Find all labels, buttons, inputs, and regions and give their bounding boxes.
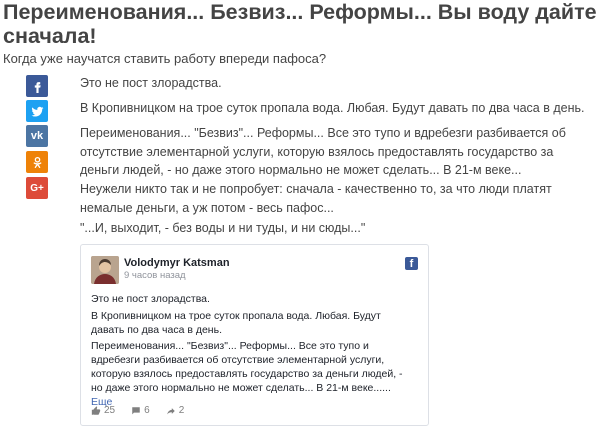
article-subtitle: Когда уже научатся ставить работу вперед…: [3, 51, 327, 66]
article-title: Переименования... Безвиз... Реформы... В…: [3, 0, 597, 48]
post-paragraph: Переименования... "Безвиз"... Реформы...…: [91, 339, 413, 409]
article-paragraph: Неужели никто так и не попробует: сначал…: [80, 182, 552, 215]
likes-count[interactable]: 25: [91, 405, 115, 416]
post-author[interactable]: Volodymyr Katsman: [124, 257, 230, 269]
post-paragraph: Это не пост злорадства.: [91, 293, 210, 305]
post-paragraph: В Кропивницком на трое суток пропала вод…: [91, 310, 381, 336]
article-paragraph: Переименования... "Безвиз"... Реформы...…: [80, 126, 566, 177]
odnoklassniki-share-button[interactable]: [26, 151, 48, 173]
vk-share-button[interactable]: vk: [26, 125, 48, 147]
facebook-embed-post: Volodymyr Katsman 9 часов назад f Это не…: [80, 244, 429, 426]
vk-icon: vk: [30, 130, 44, 142]
avatar[interactable]: [91, 256, 119, 284]
article-paragraph: "...И, выходит, - без воды и ни туды, и …: [80, 221, 366, 235]
post-stats: 25 6 2: [91, 405, 184, 416]
facebook-icon[interactable]: f: [405, 257, 418, 270]
google-plus-share-button[interactable]: G+: [26, 177, 48, 199]
article-paragraph: Это не пост злорадства.: [80, 76, 222, 90]
thumbs-up-icon: [91, 405, 101, 415]
odnoklassniki-icon: [33, 156, 41, 168]
comment-icon: [132, 406, 140, 414]
facebook-icon: [34, 81, 41, 93]
twitter-share-button[interactable]: [26, 100, 48, 122]
twitter-icon: [31, 106, 43, 117]
share-arrow-icon: [166, 407, 175, 414]
shares-count[interactable]: 2: [166, 405, 184, 416]
google-plus-icon: G+: [30, 182, 44, 194]
facebook-share-button[interactable]: [26, 75, 48, 97]
article-paragraph: В Кропивницком на трое суток пропала вод…: [80, 101, 585, 115]
post-timestamp[interactable]: 9 часов назад: [124, 270, 186, 281]
comments-count[interactable]: 6: [131, 405, 150, 416]
post-paragraph-text: Переименования... "Безвиз"... Реформы...…: [91, 340, 403, 394]
